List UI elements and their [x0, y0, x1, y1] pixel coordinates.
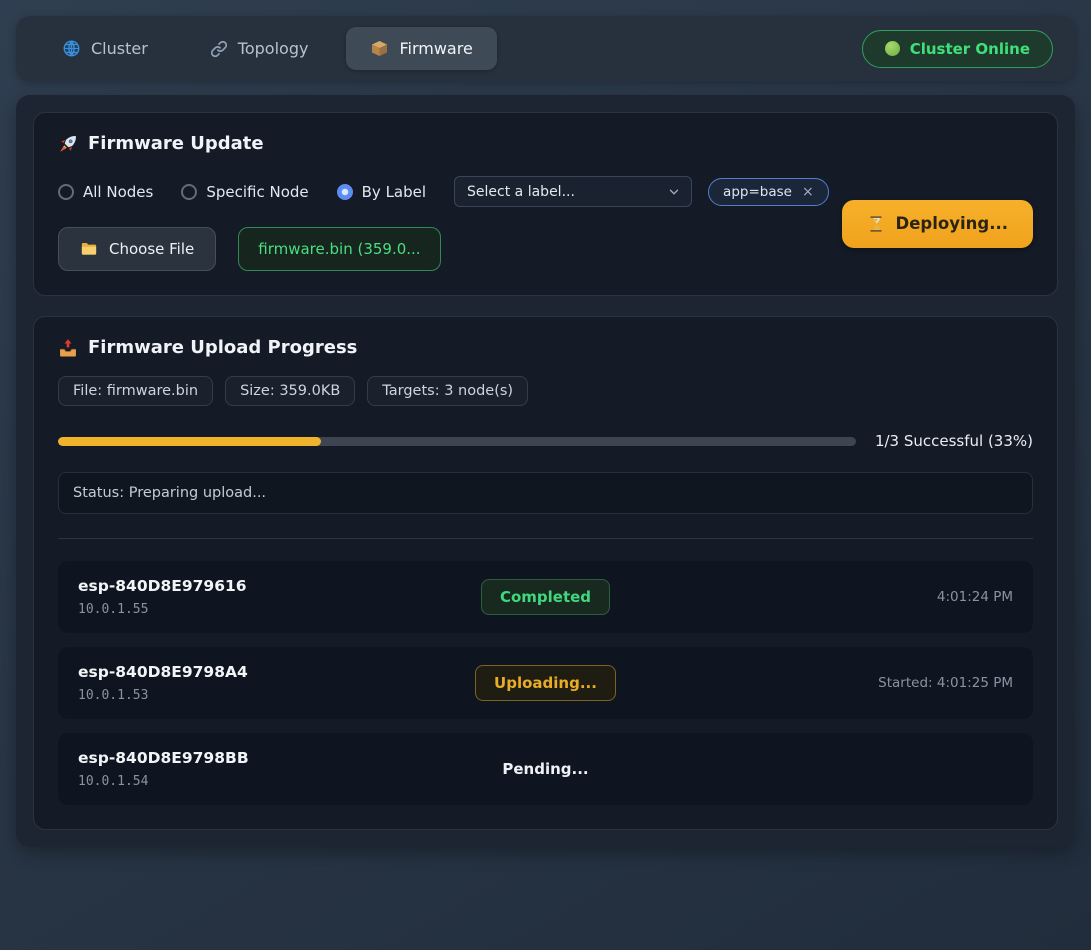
node-identity: esp-840D8E979616 10.0.1.55 [78, 577, 481, 617]
radio-by-label-input[interactable] [337, 184, 353, 200]
main-panel: Firmware Update All Nodes Specific Node … [16, 95, 1075, 847]
chevron-down-icon [667, 185, 681, 199]
radio-all-nodes-label: All Nodes [83, 183, 153, 201]
choose-file-label: Choose File [109, 240, 194, 258]
target-select-row: All Nodes Specific Node By Label Select … [58, 176, 829, 207]
green-dot-icon [885, 41, 900, 56]
node-status-badge: Uploading... [475, 665, 616, 701]
tab-topology-label: Topology [238, 39, 309, 58]
radio-specific-node[interactable]: Specific Node [181, 183, 308, 201]
link-icon [210, 40, 228, 58]
upload-meta-row: File: firmware.bin Size: 359.0KB Targets… [58, 376, 1033, 406]
node-list: esp-840D8E979616 10.0.1.55 Completed 4:0… [58, 561, 1033, 805]
upload-progress-title: Firmware Upload Progress [58, 337, 1033, 358]
progress-fill [58, 437, 321, 446]
top-navbar: Cluster Topology Firmware [16, 16, 1075, 81]
progress-row: 1/3 Successful (33%) [58, 432, 1033, 450]
outbox-tray-icon [58, 338, 78, 358]
label-select-dropdown[interactable]: Select a label... [454, 176, 692, 207]
radio-all-nodes-input[interactable] [58, 184, 74, 200]
label-tag-app-base[interactable]: app=base × [708, 178, 829, 206]
upload-progress-title-text: Firmware Upload Progress [88, 337, 357, 358]
section-divider [58, 538, 1033, 539]
node-identity: esp-840D8E9798BB 10.0.1.54 [78, 749, 484, 789]
radio-specific-node-label: Specific Node [206, 183, 308, 201]
choose-file-button[interactable]: Choose File [58, 227, 216, 271]
radio-all-nodes[interactable]: All Nodes [58, 183, 153, 201]
tab-cluster-label: Cluster [91, 39, 148, 58]
rocket-icon [58, 134, 78, 154]
node-time: 4:01:24 PM [937, 589, 1013, 605]
label-select-value: Select a label... [467, 184, 575, 200]
tag-remove-icon[interactable]: × [802, 185, 814, 199]
selected-file-chip: firmware.bin (359.0... [238, 227, 440, 271]
hourglass-icon [867, 215, 885, 233]
radio-specific-node-input[interactable] [181, 184, 197, 200]
tab-firmware-label: Firmware [399, 39, 472, 58]
node-time: Started: 4:01:25 PM [878, 675, 1013, 691]
tab-topology[interactable]: Topology [186, 27, 333, 70]
cluster-online-label: Cluster Online [910, 40, 1030, 58]
upload-progress-card: Firmware Upload Progress File: firmware.… [33, 316, 1058, 830]
node-ip: 10.0.1.53 [78, 688, 475, 703]
package-icon [370, 39, 389, 58]
firmware-update-card: Firmware Update All Nodes Specific Node … [33, 112, 1058, 296]
node-ip: 10.0.1.54 [78, 774, 484, 789]
deploy-button[interactable]: Deploying... [842, 200, 1033, 248]
targets-meta-badge: Targets: 3 node(s) [367, 376, 528, 406]
node-identity: esp-840D8E9798A4 10.0.1.53 [78, 663, 475, 703]
selected-file-label: firmware.bin (359.0... [258, 240, 420, 258]
firmware-update-title: Firmware Update [58, 133, 1033, 154]
node-name: esp-840D8E9798A4 [78, 663, 475, 681]
progress-bar [58, 437, 856, 446]
firmware-update-title-text: Firmware Update [88, 133, 264, 154]
node-name: esp-840D8E9798BB [78, 749, 484, 767]
label-tag-text: app=base [723, 184, 792, 200]
node-ip: 10.0.1.55 [78, 602, 481, 617]
tab-firmware[interactable]: Firmware [346, 27, 496, 70]
update-controls: All Nodes Specific Node By Label Select … [58, 176, 829, 271]
tab-cluster[interactable]: Cluster [38, 27, 172, 70]
node-status-badge: Completed [481, 579, 610, 615]
size-meta-badge: Size: 359.0KB [225, 376, 355, 406]
progress-label: 1/3 Successful (33%) [875, 432, 1033, 450]
node-row: esp-840D8E9798A4 10.0.1.53 Uploading... … [58, 647, 1033, 719]
upload-status-message: Status: Preparing upload... [58, 472, 1033, 514]
radio-by-label[interactable]: By Label [337, 183, 426, 201]
deploy-button-label: Deploying... [896, 214, 1008, 233]
node-row: esp-840D8E9798BB 10.0.1.54 Pending... [58, 733, 1033, 805]
cluster-online-badge: Cluster Online [862, 30, 1053, 68]
folder-icon [80, 240, 98, 258]
update-body: All Nodes Specific Node By Label Select … [58, 176, 1033, 271]
nav-tabs: Cluster Topology Firmware [38, 27, 497, 70]
node-status-badge: Pending... [484, 752, 606, 786]
file-row: Choose File firmware.bin (359.0... [58, 227, 829, 271]
node-row: esp-840D8E979616 10.0.1.55 Completed 4:0… [58, 561, 1033, 633]
file-meta-badge: File: firmware.bin [58, 376, 213, 406]
radio-by-label-label: By Label [362, 183, 426, 201]
globe-icon [62, 39, 81, 58]
node-name: esp-840D8E979616 [78, 577, 481, 595]
